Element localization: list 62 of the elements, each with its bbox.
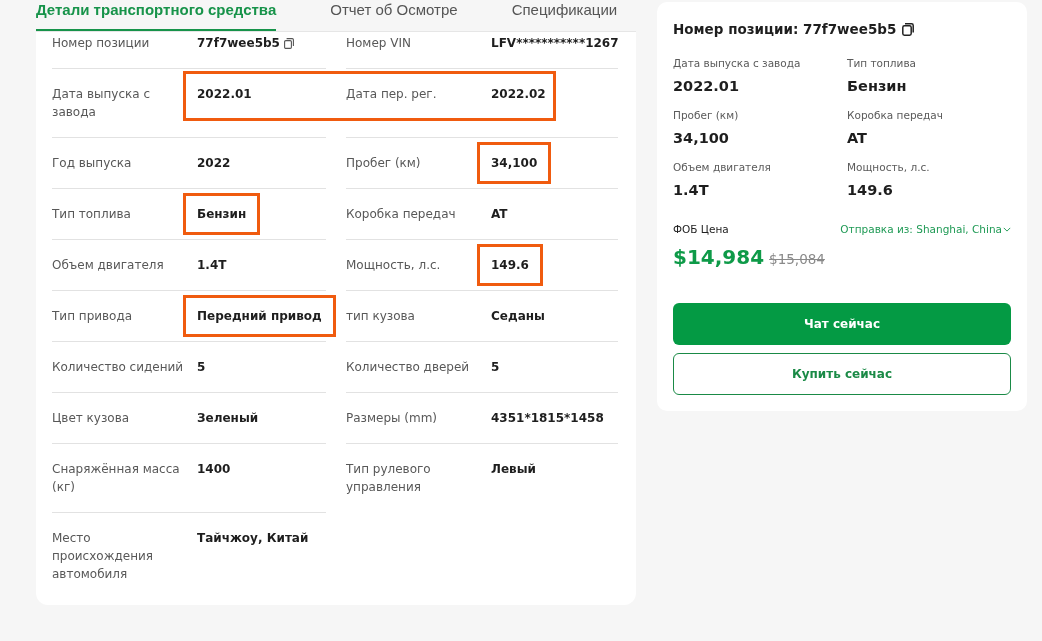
spec-label: Размеры (mm): [346, 410, 439, 427]
spec-value: 2022.01: [197, 86, 252, 103]
spec-label: Тип топлива: [52, 206, 132, 223]
tab[interactable]: Спецификации: [511, 0, 618, 31]
spec-label: Коробка передач: [346, 206, 457, 223]
spec-value: 149.6: [477, 244, 543, 286]
fact-label: Мощность, л.с.: [847, 160, 931, 174]
spec-label: Мощность, л.с.: [346, 257, 442, 274]
chevron-down-icon: [1003, 226, 1011, 232]
price-label: ФОБ Цена: [673, 222, 729, 236]
spec-label: тип кузова: [346, 308, 416, 325]
spec-value: Передний привод: [183, 295, 336, 337]
fact-value: 1.4T: [673, 181, 710, 200]
fact-value: 2022.01: [673, 77, 741, 96]
spec-label: Количество дверей: [346, 359, 471, 376]
fact-label: Пробег (км): [673, 108, 740, 122]
spec-value: 2022: [197, 155, 231, 172]
spec-value: 34,100: [477, 142, 552, 184]
spec-label: Номер позиции: [52, 35, 151, 52]
fact-label: Коробка передач: [847, 108, 944, 122]
spec-label: Тип рулевого управления: [346, 461, 432, 496]
spec-label: Дата выпуска с завода: [52, 86, 151, 121]
copy-icon[interactable]: [283, 37, 294, 49]
chat-button[interactable]: Чат сейчас: [673, 303, 1011, 345]
spec-label: Объем двигателя: [52, 257, 165, 274]
spec-value: Бензин: [183, 193, 261, 235]
spec-value: 77f7wee5b5: [197, 35, 280, 52]
spec-value: 5: [197, 359, 206, 376]
spec-label: Номер VIN: [346, 35, 412, 52]
spec-value: 4351*1815*1458: [491, 410, 604, 427]
spec-value: LFV***********1267: [491, 35, 619, 52]
spec-value: Седаны: [491, 308, 545, 325]
spec-label: Цвет кузова: [52, 410, 131, 427]
summary-title: Номер позиции: 77f7wee5b5: [673, 20, 897, 38]
tab[interactable]: Отчет об Осмотре: [330, 0, 458, 31]
fact-label: Дата выпуска с завода: [673, 56, 802, 70]
spec-label: Пробег (км): [346, 155, 422, 172]
spec-label: Снаряжённая масса (кг): [52, 461, 181, 496]
fact-label: Тип топлива: [847, 56, 917, 70]
spec-value: Тайчжоу, Китай: [197, 530, 309, 547]
spec-value: 2022.02: [491, 86, 546, 103]
spec-value: 1.4T: [197, 257, 227, 274]
fact-value: 34,100: [673, 129, 730, 148]
buy-button[interactable]: Купить сейчас: [673, 353, 1011, 395]
ship-from-dropdown[interactable]: Отправка из: Shanghai, China: [840, 222, 1011, 236]
spec-label: Тип привода: [52, 308, 134, 325]
fact-value: 149.6: [847, 181, 894, 200]
fact-value: Бензин: [847, 77, 908, 96]
fact-value: AT: [847, 129, 868, 148]
price: $14,984: [673, 244, 765, 271]
spec-value: AT: [491, 206, 508, 223]
spec-label: Дата пер. рег.: [346, 86, 438, 103]
spec-label: Место происхождения автомобиля: [52, 530, 154, 583]
spec-label: Год выпуска: [52, 155, 133, 172]
spec-value: 1400: [197, 461, 231, 478]
spec-value: Зеленый: [197, 410, 259, 427]
spec-label: Количество сидений: [52, 359, 185, 376]
old-price: $15,084: [769, 251, 825, 267]
copy-icon[interactable]: [902, 22, 915, 36]
fact-label: Объем двигателя: [673, 160, 772, 174]
spec-value: 5: [491, 359, 500, 376]
spec-value: Левый: [491, 461, 536, 478]
